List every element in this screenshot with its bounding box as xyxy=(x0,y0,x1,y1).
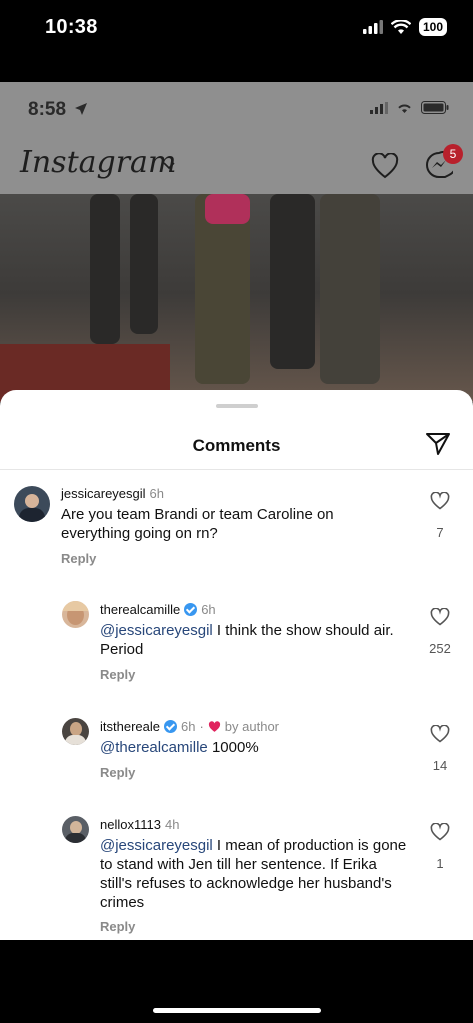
like-button[interactable]: 1 xyxy=(422,822,458,871)
comment-body: Are you team Brandi or team Caroline on … xyxy=(61,506,334,542)
reply-button[interactable]: Reply xyxy=(100,667,135,682)
comment-header: itsthereale 6h · by author xyxy=(100,719,279,734)
inner-signal-icon xyxy=(370,101,388,114)
inner-status-time: 8:58 xyxy=(28,99,67,120)
dot-separator: · xyxy=(199,719,204,734)
like-button[interactable]: 252 xyxy=(422,607,458,656)
heart-outline-icon xyxy=(430,822,450,841)
heart-filled-icon xyxy=(208,720,220,732)
status-icons: 100 xyxy=(362,18,447,36)
post-photo xyxy=(0,194,473,402)
comment-header: nellox1113 4h xyxy=(100,817,179,832)
inner-status-bar: 8:58 xyxy=(0,82,473,137)
like-button[interactable]: 7 xyxy=(422,491,458,540)
comment-body: 1000% xyxy=(207,739,259,756)
comment-username[interactable]: jessicareyesgil xyxy=(61,486,146,501)
sheet-divider xyxy=(0,469,473,470)
avatar[interactable] xyxy=(62,718,89,745)
comments-sheet: Comments jessicareyesgil 6h Are you team… xyxy=(0,390,473,940)
comment-username[interactable]: itsthereale xyxy=(100,719,160,734)
heart-outline-icon xyxy=(430,607,450,626)
avatar[interactable] xyxy=(62,601,89,628)
comment-text: @therealcamille 1000% xyxy=(100,738,410,757)
like-button[interactable]: 14 xyxy=(422,724,458,773)
comment-time: 4h xyxy=(164,817,180,832)
signal-icon xyxy=(362,20,383,34)
comment-header: therealcamille 6h xyxy=(100,602,216,617)
verified-badge-icon xyxy=(184,603,198,616)
instagram-logo: Instagram xyxy=(20,145,177,180)
comment-text: @jessicareyesgil I mean of production is… xyxy=(100,836,410,912)
wifi-icon xyxy=(390,19,411,34)
inner-status-icons xyxy=(370,101,449,114)
status-bar: 10:38 100 xyxy=(0,0,473,82)
comment-text: Are you team Brandi or team Caroline on … xyxy=(61,505,381,543)
home-indicator[interactable] xyxy=(153,1008,321,1013)
comment-text: @jessicareyesgil I think the show should… xyxy=(100,621,410,659)
comment-time: 6h xyxy=(180,719,196,734)
reply-button[interactable]: Reply xyxy=(100,765,135,780)
heart-outline-icon xyxy=(430,724,450,743)
messages-badge: 5 xyxy=(443,144,463,164)
verified-badge-icon xyxy=(163,720,177,733)
like-count: 1 xyxy=(436,856,444,871)
heart-icon xyxy=(371,153,399,179)
avatar[interactable] xyxy=(62,816,89,843)
comment-header: jessicareyesgil 6h xyxy=(61,486,164,501)
status-time: 10:38 xyxy=(45,16,98,38)
instagram-header: Instagram xyxy=(0,137,473,194)
like-count: 7 xyxy=(436,525,444,540)
sheet-title: Comments xyxy=(192,436,281,455)
comment-username[interactable]: therealcamille xyxy=(100,602,180,617)
heart-outline-icon xyxy=(430,491,450,510)
like-count: 14 xyxy=(432,758,448,773)
mention-link[interactable]: @jessicareyesgil xyxy=(100,622,213,639)
chevron-down-icon xyxy=(163,162,175,170)
mention-link[interactable]: @jessicareyesgil xyxy=(100,837,213,854)
comment-time: 6h xyxy=(201,602,216,617)
inner-battery-icon xyxy=(421,101,449,114)
avatar[interactable] xyxy=(14,486,50,522)
like-count: 252 xyxy=(429,641,451,656)
comment-username[interactable]: nellox1113 xyxy=(100,817,161,832)
inner-wifi-icon xyxy=(398,103,411,113)
comment-time: 6h xyxy=(149,486,165,501)
reply-button[interactable]: Reply xyxy=(61,551,96,566)
mention-link[interactable]: @therealcamille xyxy=(100,739,208,756)
home-area xyxy=(0,940,473,1023)
liked-by-author-label: by author xyxy=(224,719,279,734)
battery-icon: 100 xyxy=(418,18,447,36)
reply-button[interactable]: Reply xyxy=(100,919,135,934)
share-icon[interactable] xyxy=(425,432,451,456)
location-arrow-icon xyxy=(75,103,87,115)
background-feed: 8:58 Instagram 5 xyxy=(0,82,473,402)
sheet-grabber[interactable] xyxy=(216,404,258,408)
